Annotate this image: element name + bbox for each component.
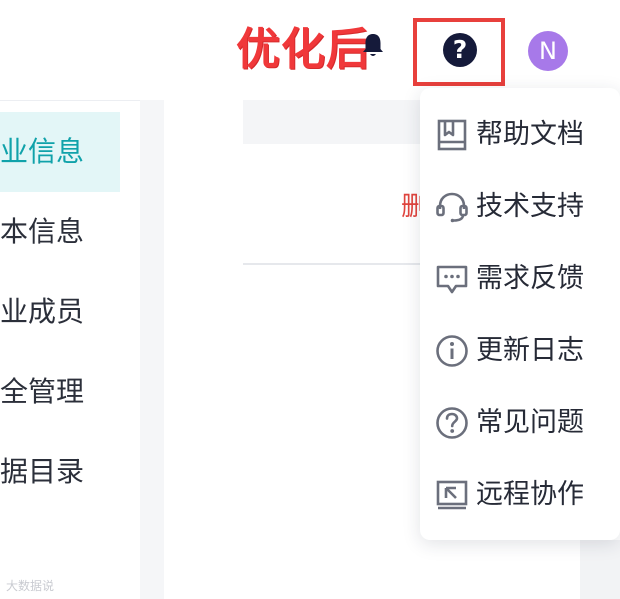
feedback-icon	[436, 265, 468, 294]
sidebar-item-label: 数据目录	[0, 455, 85, 488]
sidebar-item-enterprise-info[interactable]: 企业信息	[0, 112, 120, 192]
sidebar-item-members[interactable]: 企业成员	[0, 272, 120, 352]
table-row-divider	[243, 263, 423, 265]
sidebar-item-label: 安全管理	[0, 375, 85, 408]
table-header-strip	[243, 100, 423, 144]
menu-item-label: 技术支持	[476, 191, 584, 222]
menu-item-label: 远程协作	[476, 479, 584, 510]
menu-item-changelog[interactable]: 更新日志	[420, 315, 620, 387]
menu-item-label: 需求反馈	[476, 263, 584, 294]
menu-item-remote-collab[interactable]: 远程协作	[420, 459, 620, 531]
menu-item-faq[interactable]: 常见问题	[420, 387, 620, 459]
menu-item-tech-support[interactable]: 技术支持	[420, 171, 620, 243]
watermark: 大数据说	[6, 579, 55, 593]
sidebar-divider	[140, 100, 164, 599]
menu-item-label: 常见问题	[476, 407, 584, 438]
sidebar-item-basic-info[interactable]: 基本信息	[0, 192, 120, 272]
sidebar-item-data-catalog[interactable]: 数据目录	[0, 432, 120, 512]
avatar[interactable]: N	[528, 31, 568, 71]
question-icon	[436, 407, 468, 439]
help-icon[interactable]: ?	[443, 33, 477, 67]
sidebar-item-security[interactable]: 安全管理	[0, 352, 120, 432]
annotation-label: 优化后	[236, 24, 371, 75]
sidebar-item-label: 企业成员	[0, 295, 85, 328]
right-gutter	[580, 540, 620, 599]
headset-icon	[436, 192, 468, 223]
menu-item-help-docs[interactable]: 帮助文档	[420, 99, 620, 171]
help-dropdown-menu: 帮助文档 技术支持 需求反馈 更新日志 常见问题 远程协作	[420, 88, 620, 540]
sidebar-item-label: 基本信息	[0, 215, 85, 248]
menu-item-label: 帮助文档	[476, 119, 584, 150]
menu-item-feedback[interactable]: 需求反馈	[420, 243, 620, 315]
book-icon	[437, 119, 467, 151]
sidebar-item-label: 企业信息	[0, 135, 85, 168]
info-icon	[436, 335, 468, 367]
remote-screen-icon	[436, 480, 468, 510]
menu-item-label: 更新日志	[476, 335, 584, 366]
bell-icon[interactable]	[358, 30, 388, 60]
